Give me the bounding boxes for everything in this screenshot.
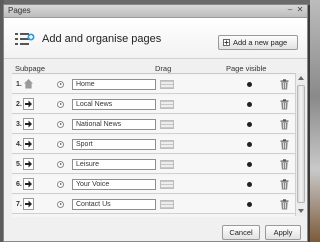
visible-radio-icon[interactable]: [247, 82, 252, 87]
page-name-input[interactable]: Contact Us: [72, 199, 156, 210]
minimize-icon[interactable]: –: [286, 6, 294, 14]
page-name-input[interactable]: Home: [72, 79, 156, 90]
row-number: 7.: [16, 201, 22, 208]
add-page-button[interactable]: Add a new page: [218, 35, 298, 50]
table-row[interactable]: 2. Local News: [12, 96, 295, 114]
apply-button[interactable]: Apply: [265, 225, 301, 240]
trash-icon[interactable]: [280, 179, 289, 190]
drag-handle[interactable]: [160, 160, 174, 169]
visible-radio-icon[interactable]: [247, 202, 252, 207]
row-number: 6.: [16, 181, 22, 188]
row-number: 2.: [16, 101, 22, 108]
visible-radio-icon[interactable]: [247, 182, 252, 187]
page-name-input[interactable]: National News: [72, 119, 156, 130]
trash-icon[interactable]: [280, 79, 289, 90]
visible-radio-icon[interactable]: [247, 122, 252, 127]
pages-logo-icon: [15, 33, 35, 45]
pages-dialog: Pages – ✕ Add and organise pages Add a n…: [3, 4, 308, 242]
scroll-thumb[interactable]: [297, 85, 305, 203]
table-row[interactable]: 7. Contact Us: [12, 196, 295, 214]
table-row[interactable]: 3. National News: [12, 116, 295, 134]
arrow-icon[interactable]: [23, 158, 34, 170]
page-name-input[interactable]: Local News: [72, 99, 156, 110]
arrow-icon[interactable]: [23, 138, 34, 150]
add-page-label: Add a new page: [233, 38, 288, 47]
table-row[interactable]: 4. Sport: [12, 136, 295, 154]
column-page-visible: Page visible: [226, 64, 267, 73]
play-circle-icon[interactable]: [57, 201, 64, 208]
page-name-input[interactable]: Sport: [72, 139, 156, 150]
add-page-icon: [223, 39, 230, 46]
title-bar[interactable]: Pages – ✕: [4, 5, 307, 18]
arrow-icon[interactable]: [23, 98, 34, 110]
drag-handle[interactable]: [160, 80, 174, 89]
row-number: 3.: [16, 121, 22, 128]
trash-icon[interactable]: [280, 139, 289, 150]
play-circle-icon[interactable]: [57, 121, 64, 128]
dialog-header: Add and organise pages Add a new page: [4, 18, 307, 59]
home-icon[interactable]: [23, 78, 34, 90]
column-subpage: Subpage: [15, 64, 46, 73]
drag-handle[interactable]: [160, 200, 174, 209]
visible-radio-icon[interactable]: [247, 102, 252, 107]
play-circle-icon[interactable]: [57, 161, 64, 168]
scroll-up-icon[interactable]: [298, 76, 304, 80]
visible-radio-icon[interactable]: [247, 162, 252, 167]
arrow-icon[interactable]: [23, 178, 34, 190]
page-title: Add and organise pages: [42, 33, 162, 45]
play-circle-icon[interactable]: [57, 81, 64, 88]
scrollbar[interactable]: [295, 73, 306, 216]
column-drag: Drag: [155, 64, 172, 73]
trash-icon[interactable]: [280, 199, 289, 210]
cancel-button[interactable]: Cancel: [222, 225, 260, 240]
visible-radio-icon[interactable]: [247, 142, 252, 147]
window-title: Pages: [8, 6, 31, 15]
arrow-icon[interactable]: [23, 118, 34, 130]
table-row[interactable]: 5. Leisure: [12, 156, 295, 174]
drag-handle[interactable]: [160, 100, 174, 109]
row-number: 1.: [16, 81, 22, 88]
play-circle-icon[interactable]: [57, 141, 64, 148]
arrow-icon[interactable]: [23, 198, 34, 210]
play-circle-icon[interactable]: [57, 181, 64, 188]
trash-icon[interactable]: [280, 99, 289, 110]
close-icon[interactable]: ✕: [296, 6, 304, 14]
drag-handle[interactable]: [160, 140, 174, 149]
scroll-down-icon[interactable]: [298, 209, 304, 213]
pages-table: 1. Home 2. Local News 3. National News 4. Sport…: [12, 73, 295, 217]
row-number: 5.: [16, 161, 22, 168]
page-name-input[interactable]: Your Voice: [72, 179, 156, 190]
page-name-input[interactable]: Leisure: [72, 159, 156, 170]
table-row[interactable]: 6. Your Voice: [12, 176, 295, 194]
play-circle-icon[interactable]: [57, 101, 64, 108]
drag-handle[interactable]: [160, 180, 174, 189]
table-row[interactable]: 1. Home: [12, 76, 295, 94]
drag-handle[interactable]: [160, 120, 174, 129]
trash-icon[interactable]: [280, 119, 289, 130]
trash-icon[interactable]: [280, 159, 289, 170]
row-number: 4.: [16, 141, 22, 148]
background-right: [310, 0, 320, 242]
